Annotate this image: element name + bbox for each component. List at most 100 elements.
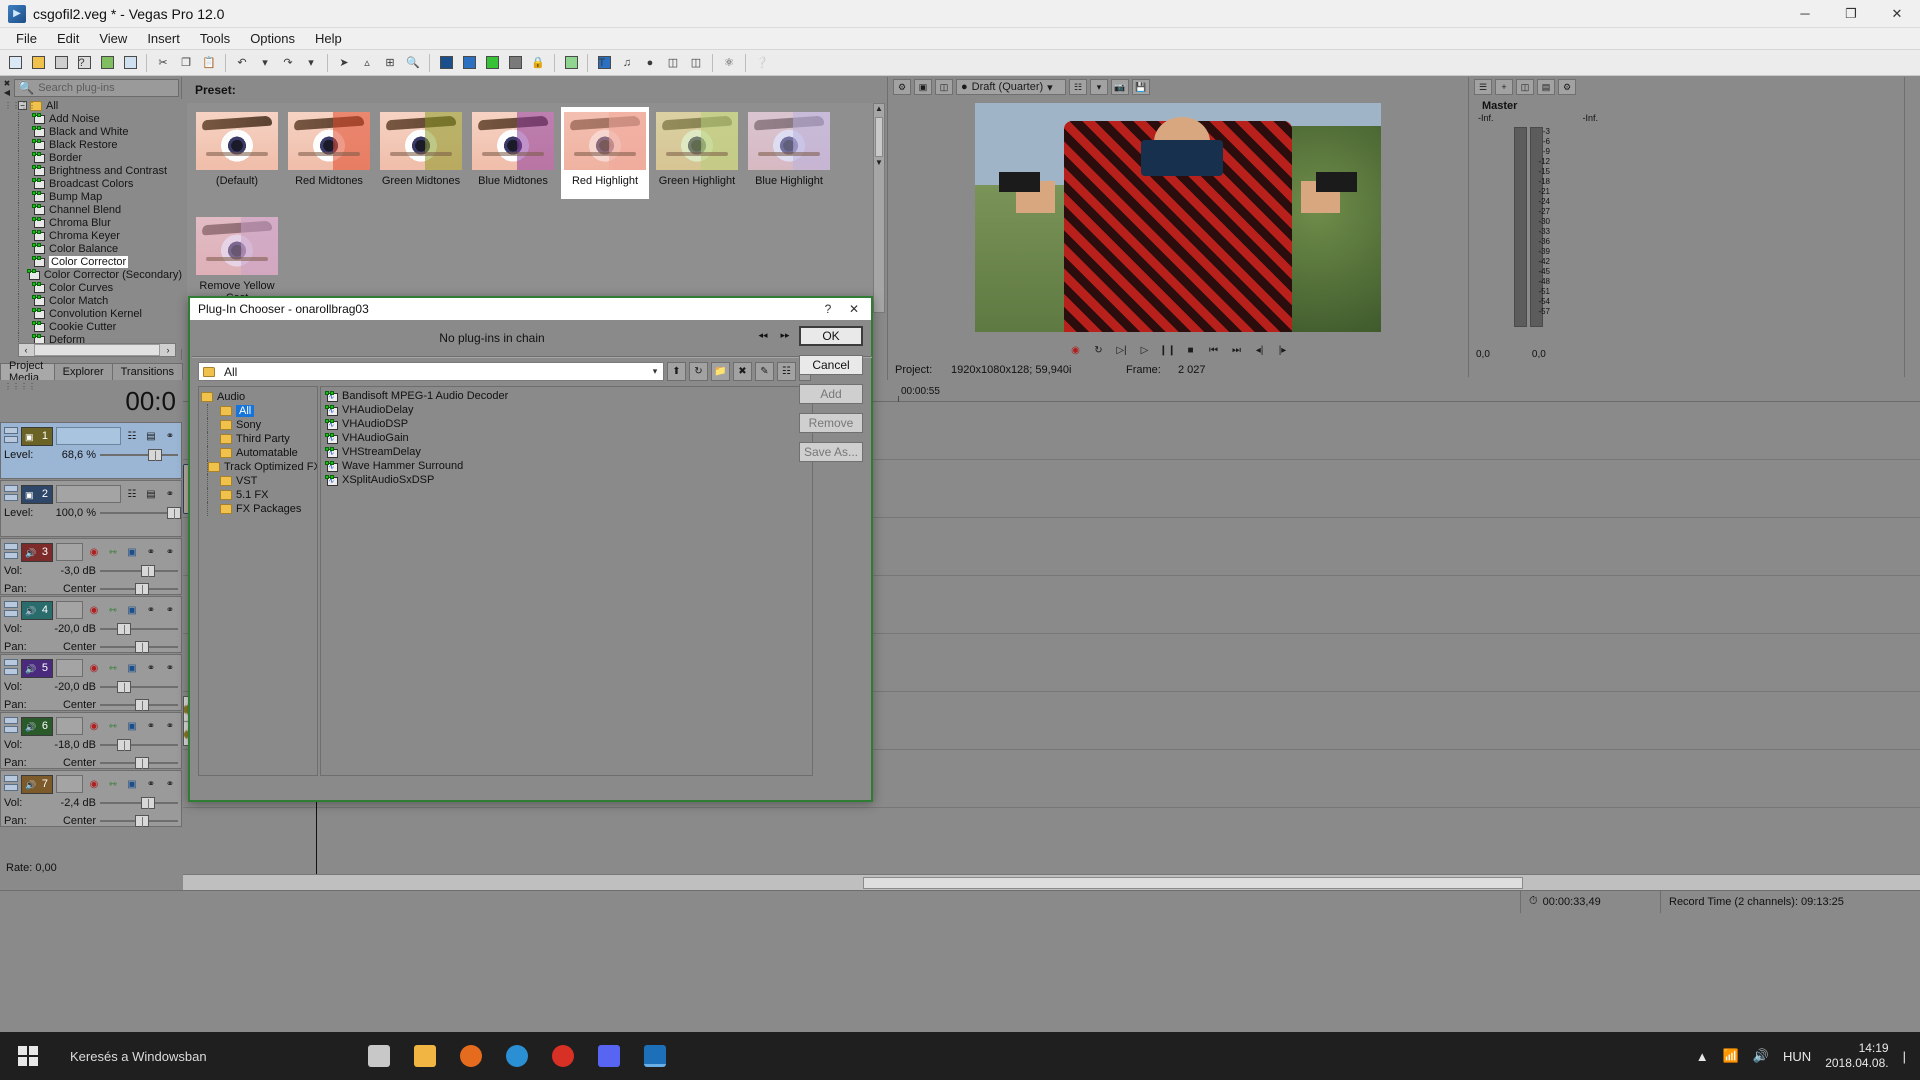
file-explorer-icon[interactable] xyxy=(402,1032,448,1080)
publish-icon[interactable] xyxy=(119,52,141,74)
track-name-input[interactable] xyxy=(56,427,121,445)
track-number-button[interactable]: 🔊 7 xyxy=(21,774,53,794)
previous-frame-button[interactable]: ◂| xyxy=(1251,343,1268,358)
track-name-input[interactable] xyxy=(56,543,83,561)
track-number-button[interactable]: 🔊 4 xyxy=(21,600,53,620)
tray-expand-icon[interactable]: ▲ xyxy=(1696,1049,1709,1064)
plugin-item[interactable]: Border xyxy=(18,151,182,164)
track-phase-icon[interactable]: ⚭ xyxy=(162,544,178,560)
master-settings-icon[interactable]: ⚙ xyxy=(1558,79,1576,95)
redo-dropdown-icon[interactable]: ▾ xyxy=(300,52,322,74)
taskbar-clock[interactable]: 14:19 2018.04.08. xyxy=(1825,1041,1888,1071)
preset-item[interactable]: Remove Yellow Cast xyxy=(193,212,281,304)
project-video-properties-icon[interactable]: ⚙ xyxy=(893,79,911,95)
plugin-category-item[interactable]: FX Packages xyxy=(201,502,317,516)
plugin-item[interactable]: Color Balance xyxy=(18,242,182,255)
insert-text-media-icon[interactable]: T xyxy=(593,52,615,74)
track-solo-icon[interactable]: ⚭ xyxy=(143,776,159,792)
track-header[interactable]: 🔊 7 ◉ ⇿ ▣ ⚭ ⚭ Vol: -2,4 dB Pan: Center xyxy=(0,770,182,827)
grid-b-icon[interactable]: ◫ xyxy=(685,52,707,74)
pan-slider[interactable] xyxy=(100,699,178,711)
split-screen-view-icon[interactable]: ◫ xyxy=(935,79,953,95)
track-fx-icon[interactable]: ⇿ xyxy=(105,602,121,618)
menu-item-tools[interactable]: Tools xyxy=(190,29,240,48)
track-name-input[interactable] xyxy=(56,659,83,677)
auto-ripple-icon[interactable] xyxy=(458,52,480,74)
master-meter[interactable]: -Inf. -Inf. -3 -6 -9 -12 -15 -18 -21 -24 -27 -30-… xyxy=(1478,113,1598,343)
track-arm-record-icon[interactable]: ◉ xyxy=(86,776,102,792)
plugin-item[interactable]: Brightness and Contrast xyxy=(18,164,182,177)
track-header[interactable]: 🔊 4 ◉ ⇿ ▣ ⚭ ⚭ Vol: -20,0 dB Pan: Center xyxy=(0,596,182,653)
redo-icon[interactable]: ↷ xyxy=(277,52,299,74)
chevron-down-icon[interactable]: ▾ xyxy=(647,366,663,377)
preset-item[interactable]: Blue Highlight xyxy=(745,107,833,199)
chrome-icon[interactable] xyxy=(540,1032,586,1080)
plugin-item[interactable]: Cookie Cutter xyxy=(18,320,182,333)
new-folder-button[interactable]: 📁 xyxy=(711,362,730,381)
plugin-category-item[interactable]: VST xyxy=(201,474,317,488)
copy-snapshot-icon[interactable]: 📷 xyxy=(1111,79,1129,95)
start-button[interactable] xyxy=(0,1032,56,1080)
track-phase-icon[interactable]: ⚭ xyxy=(162,660,178,676)
language-indicator[interactable]: HUN xyxy=(1783,1049,1811,1064)
track-number-button[interactable]: ▣ 1 xyxy=(21,426,53,446)
overlays-dropdown-icon[interactable]: ▾ xyxy=(1090,79,1108,95)
plugin-category-item[interactable]: Audio xyxy=(201,390,317,404)
loop-playback-button[interactable]: ↻ xyxy=(1090,343,1107,358)
save-snapshot-icon[interactable]: 💾 xyxy=(1132,79,1150,95)
task-view-icon[interactable] xyxy=(356,1032,402,1080)
zoom-edit-tool-icon[interactable]: 🔍 xyxy=(402,52,424,74)
track-minimize-maximize-buttons[interactable] xyxy=(4,717,18,735)
right-dock-rail[interactable] xyxy=(1904,77,1920,377)
new-project-icon[interactable] xyxy=(4,52,26,74)
chain-move-right-icon[interactable]: ▸▸ xyxy=(777,328,793,342)
plugin-list-item[interactable]: ∿ VHAudioDelay xyxy=(321,403,812,417)
plugin-item[interactable]: Channel Blend xyxy=(18,203,182,216)
preset-item[interactable]: Blue Midtones xyxy=(469,107,557,199)
play-from-start-button[interactable]: ▷| xyxy=(1113,343,1130,358)
plugin-list-item[interactable]: ∿ VHStreamDelay xyxy=(321,445,812,459)
plugin-item[interactable]: Bump Map xyxy=(18,190,182,203)
play-button[interactable]: ▷ xyxy=(1136,343,1153,358)
pan-slider[interactable] xyxy=(100,641,178,653)
plugin-list-item[interactable]: ∿ VHAudioDSP xyxy=(321,417,812,431)
track-mute-icon[interactable]: ▣ xyxy=(124,544,140,560)
track-name-input[interactable] xyxy=(56,485,121,503)
plugin-item[interactable]: Chroma Keyer xyxy=(18,229,182,242)
dialog-close-button[interactable]: ✕ xyxy=(841,299,867,319)
plug-in-chooser-dialog[interactable]: Plug-In Chooser - onarollbrag03 ? ✕ No p… xyxy=(188,296,873,802)
track-motion-icon[interactable]: ⚭ xyxy=(162,486,178,502)
pan-slider[interactable] xyxy=(100,815,178,827)
help-button[interactable]: ? xyxy=(815,299,841,319)
preset-item[interactable]: Green Highlight xyxy=(653,107,741,199)
plugin-item[interactable]: Color Curves xyxy=(18,281,182,294)
pan-slider[interactable] xyxy=(100,757,178,769)
track-minimize-maximize-buttons[interactable] xyxy=(4,543,18,561)
track-motion-icon[interactable]: ⚭ xyxy=(162,428,178,444)
rename-folder-button[interactable]: ✎ xyxy=(755,362,774,381)
plugin-item[interactable]: Convolution Kernel xyxy=(18,307,182,320)
track-minimize-maximize-buttons[interactable] xyxy=(4,427,18,445)
track-header[interactable]: 🔊 6 ◉ ⇿ ▣ ⚭ ⚭ Vol: -18,0 dB Pan: Center xyxy=(0,712,182,769)
plugin-item[interactable]: Black and White xyxy=(18,125,182,138)
preview-on-external-monitor-icon[interactable]: ▣ xyxy=(914,79,932,95)
save-project-icon[interactable] xyxy=(50,52,72,74)
track-solo-icon[interactable]: ⚭ xyxy=(143,718,159,734)
track-arm-record-icon[interactable]: ◉ xyxy=(86,660,102,676)
track-name-input[interactable] xyxy=(56,601,83,619)
up-one-level-button[interactable]: ⬆ xyxy=(667,362,686,381)
dock-collapse-icon[interactable]: ◀ xyxy=(4,88,10,97)
selection-edit-tool-icon[interactable]: ⊞ xyxy=(379,52,401,74)
scroll-up-icon[interactable]: ▲ xyxy=(874,104,884,116)
track-number-button[interactable]: 🔊 5 xyxy=(21,658,53,678)
timeline-hscrollbar[interactable] xyxy=(183,874,1920,890)
tab-explorer[interactable]: Explorer xyxy=(53,363,113,380)
menu-item-insert[interactable]: Insert xyxy=(137,29,190,48)
preset-scrollbar[interactable]: ▲ ▼ xyxy=(873,103,885,313)
edge-browser-icon[interactable] xyxy=(494,1032,540,1080)
plugin-item[interactable]: Broadcast Colors xyxy=(18,177,182,190)
envelope-edit-tool-icon[interactable]: ▵ xyxy=(356,52,378,74)
copy-icon[interactable]: ❐ xyxy=(175,52,197,74)
plugin-list-item[interactable]: ∿ Bandisoft MPEG-1 Audio Decoder xyxy=(321,389,812,403)
volume-slider[interactable] xyxy=(100,565,178,577)
